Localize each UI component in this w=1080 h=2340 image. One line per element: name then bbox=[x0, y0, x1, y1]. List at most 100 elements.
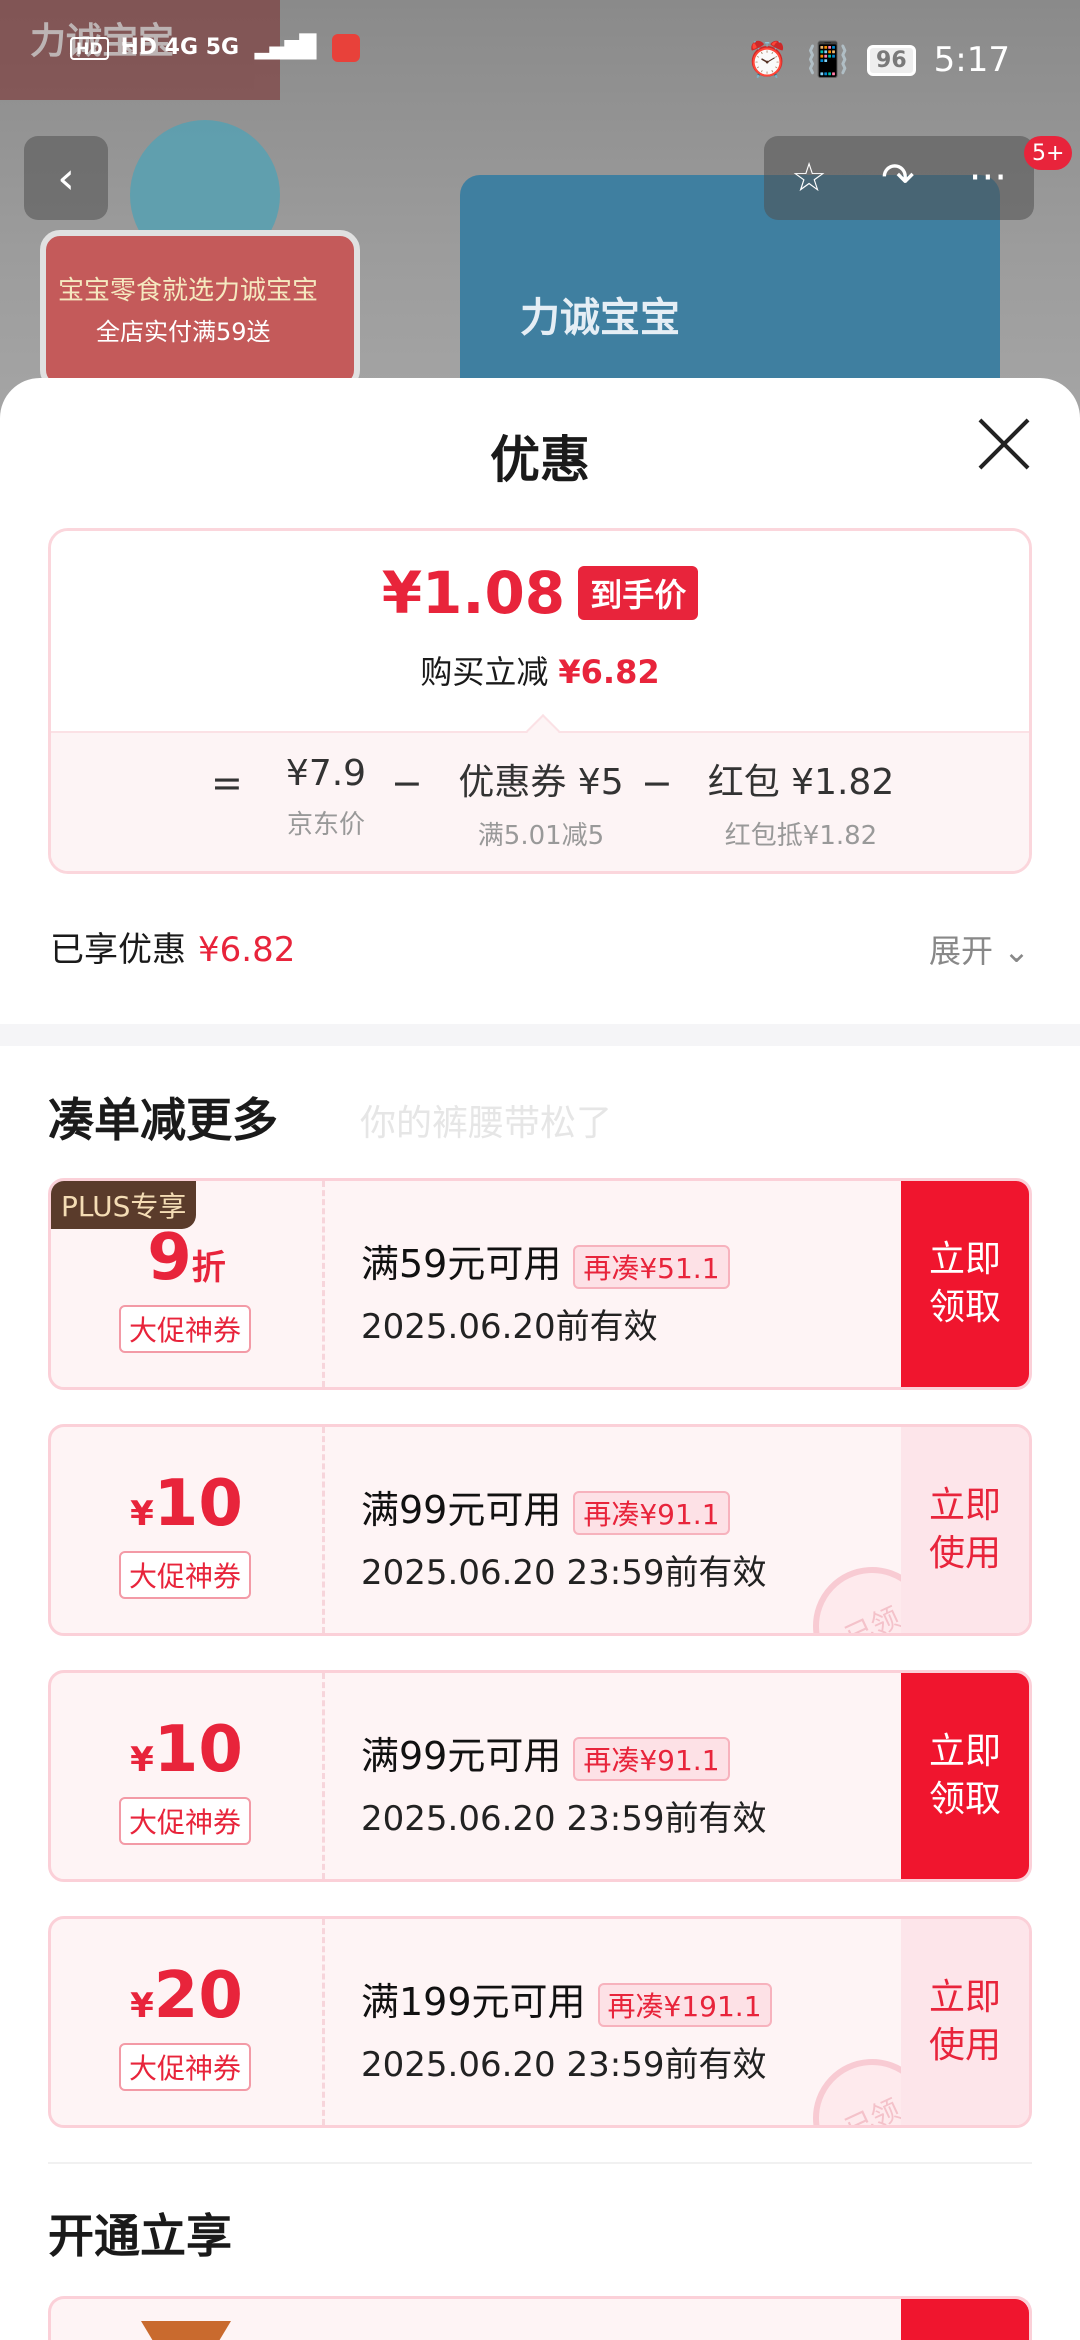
close-icon[interactable] bbox=[976, 416, 1032, 472]
coupon-term: 优惠券 ¥5 满5.01减5 bbox=[431, 753, 651, 852]
message-badge: 5+ bbox=[1024, 136, 1073, 170]
coupon-amount: 9折 bbox=[51, 1221, 322, 1295]
jd-price-label: 京东价 bbox=[286, 810, 365, 840]
promo-banner: 宝宝零食就选力诚宝宝 全店实付满59送 bbox=[40, 230, 360, 390]
claim-button-label: 立即 领取 bbox=[928, 1731, 1001, 1820]
banner-line2: 全店实付满59送 bbox=[96, 318, 271, 346]
package-label: 力诚宝宝 bbox=[520, 295, 680, 341]
coupon-gap: 再凑¥91.1 bbox=[573, 1490, 730, 1535]
sheet-title: 优惠 bbox=[490, 431, 590, 489]
coupon-validity: 2025.06.20 23:59前有效 bbox=[361, 2044, 767, 2085]
alarm-icon: ⏰ bbox=[746, 40, 789, 80]
clock: 5:17 bbox=[933, 40, 1010, 80]
coupon-details: 满99元可用 再凑¥91.1 2025.06.20 23:59前有效 bbox=[361, 1479, 766, 1594]
section-divider bbox=[0, 1024, 1080, 1046]
more-icon[interactable]: ··· bbox=[969, 155, 1007, 201]
banner-line1: 宝宝零食就选力诚宝宝 bbox=[58, 276, 319, 306]
coupon-amount-small: 折 bbox=[191, 1248, 226, 1288]
reduce-label: 购买立减 bbox=[420, 653, 549, 691]
claim-button[interactable]: 立即 领取 bbox=[901, 1181, 1029, 1387]
coupon-tag: 大促神券 bbox=[119, 1797, 252, 1845]
equals-sign: = bbox=[211, 761, 243, 805]
coupon-amount-big: 10 bbox=[153, 1467, 243, 1541]
jd-price-term: ¥7.9 京东价 bbox=[251, 753, 401, 841]
coupon-tag: 大促神券 bbox=[119, 2043, 252, 2091]
redpack-value: 红包 ¥1.82 bbox=[707, 762, 895, 803]
section-title-more-discounts: 凑单减更多 bbox=[48, 1093, 278, 1147]
membership-action-button[interactable] bbox=[901, 2299, 1029, 2340]
coupon-condition: 满59元可用 bbox=[361, 1242, 562, 1286]
membership-logo-icon bbox=[141, 2321, 231, 2340]
claim-button-label: 立即 领取 bbox=[928, 1239, 1001, 1328]
coupon-amount-small: ¥ bbox=[130, 1986, 154, 2026]
use-button-label: 立即 使用 bbox=[928, 1977, 1001, 2066]
price-formula: = ¥7.9 京东价 − 优惠券 ¥5 满5.01减5 − 红包 ¥1.82 红… bbox=[51, 714, 1029, 871]
coupon-amount-small: ¥ bbox=[130, 1740, 154, 1780]
coupon-card: ¥10 大促神券 满99元可用 再凑¥91.1 2025.06.20 23:59前… bbox=[48, 1424, 1032, 1636]
coupon-value-area: ¥20 大促神券 bbox=[51, 1919, 325, 2125]
top-actions: ☆ ↷ ··· bbox=[764, 136, 1034, 220]
coupon-value-area: ¥10 大促神券 bbox=[51, 1673, 325, 1879]
vibrate-icon: 📳 bbox=[806, 40, 850, 80]
enjoyed-label: 已享优惠 bbox=[50, 930, 186, 970]
battery-icon: 96 bbox=[867, 44, 916, 76]
final-price-value: ¥1.08 bbox=[381, 559, 566, 627]
app-notification-icon bbox=[332, 34, 361, 62]
coupon-value: 优惠券 ¥5 bbox=[458, 762, 624, 803]
discount-sheet: 优惠 ¥1.08 到手价 购买立减 ¥6.82 = ¥7.9 京东价 − 优惠券 … bbox=[0, 378, 1080, 2340]
coupon-condition-row: 满99元可用 再凑¥91.1 bbox=[361, 1725, 766, 1781]
jd-price-value: ¥7.9 bbox=[285, 753, 367, 794]
use-button[interactable]: 立即 使用 bbox=[901, 1427, 1029, 1633]
minus-sign: − bbox=[641, 761, 673, 805]
redpack-label: 红包抵¥1.82 bbox=[724, 821, 878, 851]
instant-reduction: 购买立减 ¥6.82 bbox=[51, 647, 1029, 693]
section-title-membership: 开通立享 bbox=[48, 2209, 232, 2263]
coupon-value-area: PLUS专享 9折 大促神券 bbox=[51, 1181, 325, 1387]
coupon-amount-big: 20 bbox=[153, 1959, 243, 2033]
coupon-value-area: ¥10 大促神券 bbox=[51, 1427, 325, 1633]
claim-button[interactable]: 立即 领取 bbox=[901, 1673, 1029, 1879]
favorite-icon[interactable]: ☆ bbox=[791, 155, 827, 201]
back-icon: ‹ bbox=[57, 152, 75, 204]
watermark-text: 你的裤腰带松了 bbox=[360, 1103, 613, 1144]
minus-sign: − bbox=[391, 761, 423, 805]
coupon-validity: 2025.06.20 23:59前有效 bbox=[361, 1798, 767, 1839]
coupon-details: 满59元可用 再凑¥51.1 2025.06.20前有效 bbox=[361, 1233, 730, 1348]
coupon-amount-big: 9 bbox=[147, 1221, 192, 1295]
network-indicators: HD HD 4G 5G ▂▄▆█ bbox=[70, 34, 361, 62]
final-price-tag: 到手价 bbox=[578, 566, 699, 620]
back-button[interactable]: ‹ bbox=[24, 136, 108, 220]
use-button-label: 立即 使用 bbox=[928, 1485, 1001, 1574]
enjoyed-amount: ¥6.82 bbox=[198, 930, 296, 970]
coupon-condition-row: 满199元可用 再凑¥191.1 bbox=[361, 1971, 772, 2027]
redpack-term: 红包 ¥1.82 红包抵¥1.82 bbox=[681, 753, 921, 852]
coupon-gap: 再凑¥191.1 bbox=[597, 1982, 772, 2027]
coupon-card: PLUS专享 9折 大促神券 满59元可用 再凑¥51.1 2025.06.20前… bbox=[48, 1178, 1032, 1390]
final-price: ¥1.08 到手价 bbox=[51, 559, 1029, 627]
expand-button[interactable]: 展开 ⌄ bbox=[929, 926, 1030, 972]
coupon-condition: 满99元可用 bbox=[361, 1734, 562, 1778]
coupon-tag: 大促神券 bbox=[119, 1305, 252, 1353]
coupon-gap: 再凑¥91.1 bbox=[573, 1736, 730, 1781]
status-right: ⏰ 📳 96 5:17 bbox=[746, 40, 1010, 80]
coupon-label: 满5.01减5 bbox=[477, 821, 605, 851]
coupon-tag: 大促神券 bbox=[119, 1551, 252, 1599]
membership-coupon-card bbox=[48, 2296, 1032, 2340]
coupon-amount: ¥10 bbox=[51, 1713, 322, 1787]
coupon-card: ¥10 大促神券 满99元可用 再凑¥91.1 2025.06.20 23:59前… bbox=[48, 1670, 1032, 1882]
coupon-amount: ¥20 bbox=[51, 1959, 322, 2033]
coupon-card: ¥20 大促神券 满199元可用 再凑¥191.1 2025.06.20 23:5… bbox=[48, 1916, 1032, 2128]
coupon-details: 满199元可用 再凑¥191.1 2025.06.20 23:59前有效 bbox=[361, 1971, 772, 2086]
coupon-condition-row: 满59元可用 再凑¥51.1 bbox=[361, 1233, 730, 1289]
reduce-amount: ¥6.82 bbox=[558, 653, 660, 691]
divider bbox=[48, 2162, 1032, 2164]
signal-icon: ▂▄▆█ bbox=[254, 35, 317, 60]
coupon-validity: 2025.06.20前有效 bbox=[361, 1306, 658, 1347]
coupon-amount: ¥10 bbox=[51, 1467, 322, 1541]
use-button[interactable]: 立即 使用 bbox=[901, 1919, 1029, 2125]
status-bar: HD HD 4G 5G ▂▄▆█ ⏰ 📳 96 5:17 bbox=[0, 0, 1080, 120]
coupon-amount-big: 10 bbox=[153, 1713, 243, 1787]
coupon-amount-small: ¥ bbox=[130, 1494, 154, 1534]
share-icon[interactable]: ↷ bbox=[881, 155, 915, 201]
coupon-condition-row: 满99元可用 再凑¥91.1 bbox=[361, 1479, 766, 1535]
